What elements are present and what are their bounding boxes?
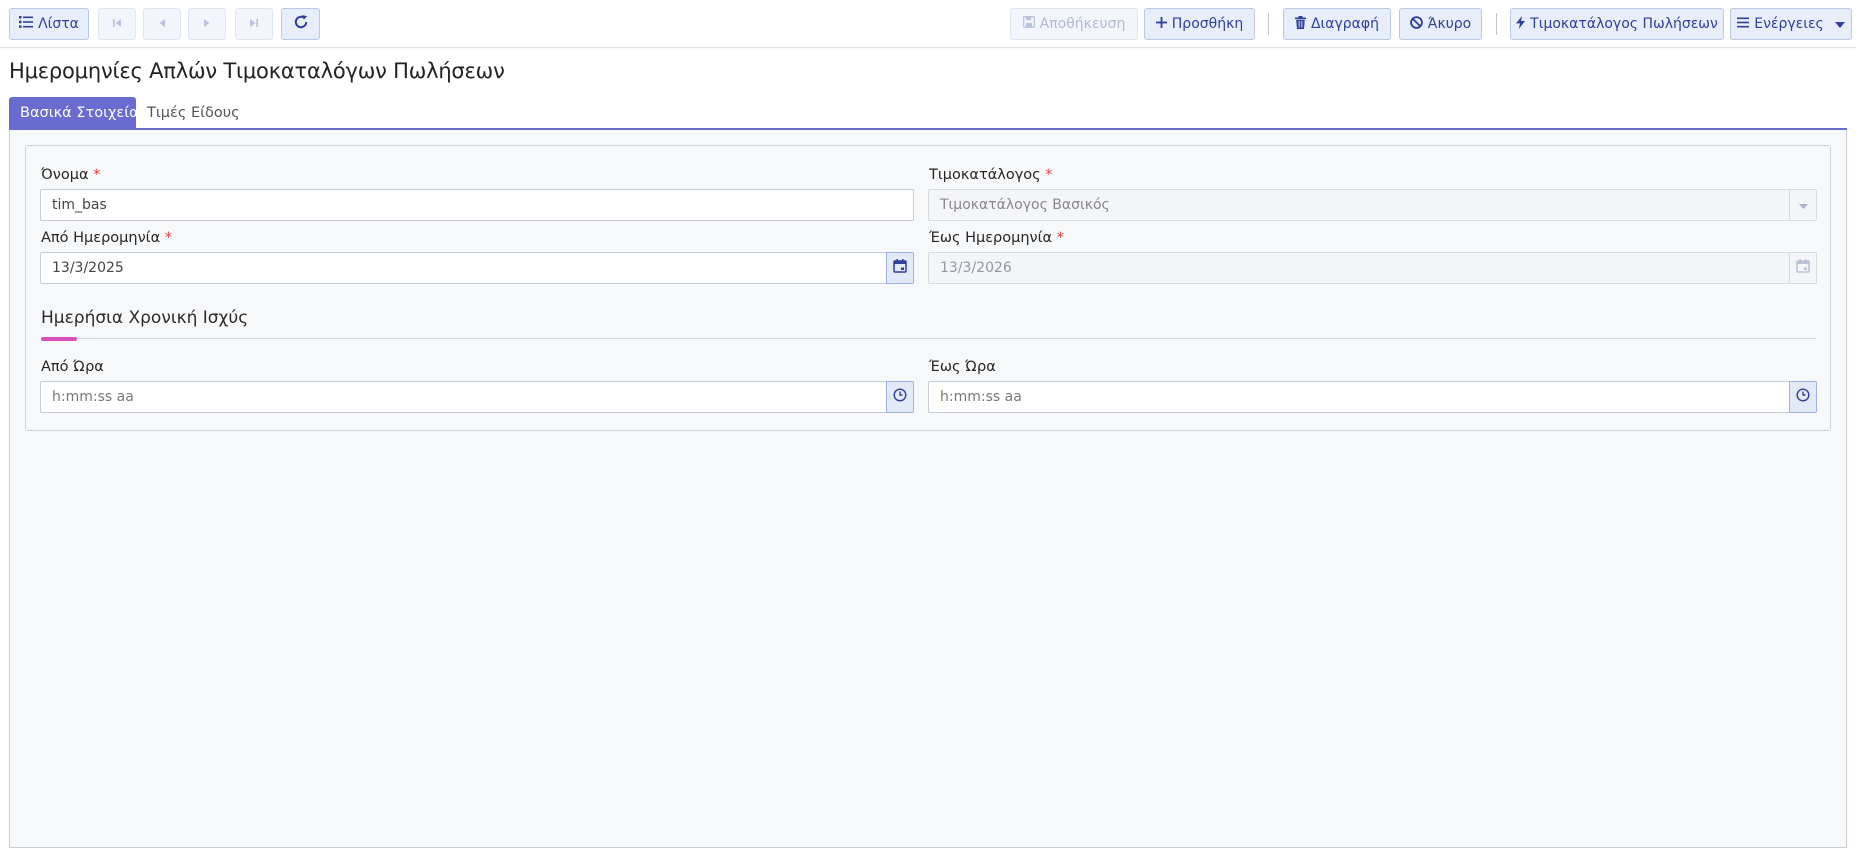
menu-icon <box>1737 16 1750 32</box>
save-button-label: Αποθήκευση <box>1039 16 1126 32</box>
from-time-label: Από Ώρα <box>41 359 104 375</box>
caret-down-icon <box>1798 197 1808 213</box>
refresh-icon <box>293 14 309 34</box>
pricelist-select[interactable]: Τιμοκατάλογος Βασικός <box>928 189 1817 221</box>
name-label: Όνομα * <box>41 167 100 183</box>
add-button[interactable]: Προσθήκη <box>1144 8 1255 40</box>
next-record-button[interactable] <box>188 8 226 40</box>
name-input[interactable] <box>40 189 914 221</box>
actions-button-label: Ενέργειες <box>1754 16 1824 32</box>
pricelist-dropdown-toggle[interactable] <box>1789 189 1817 221</box>
from-time-clock-button[interactable] <box>886 381 914 413</box>
previous-icon <box>158 16 166 32</box>
from-date-calendar-button[interactable] <box>886 252 914 284</box>
list-icon <box>19 16 34 32</box>
form-container: Όνομα * Τιμοκατάλογος * Τιμοκατάλογος Βα… <box>25 145 1831 431</box>
ban-icon <box>1409 15 1423 33</box>
save-button[interactable]: Αποθήκευση <box>1010 8 1138 40</box>
pricelist-label-text: Τιμοκατάλογος <box>929 167 1041 183</box>
section-accent-bar <box>41 337 77 341</box>
cancel-button-label: Άκυρο <box>1427 16 1472 32</box>
tab-label: Βασικά Στοιχεία <box>20 105 139 121</box>
trash-icon <box>1294 15 1306 33</box>
plus-icon <box>1155 16 1167 32</box>
to-time-label: Έως Ώρα <box>929 359 996 375</box>
toolbar: Λίστα Αποθήκευση Προσθήκη Διαγραφή Άκυρο… <box>0 0 1856 48</box>
from-date-input[interactable] <box>40 252 887 284</box>
first-record-button[interactable] <box>98 8 136 40</box>
next-icon <box>203 16 211 32</box>
tab-item-prices[interactable]: Τιμές Είδους <box>136 97 240 129</box>
section-title: Ημερήσια Χρονική Ισχύς <box>41 308 249 328</box>
required-mark: * <box>93 167 101 183</box>
list-button-label: Λίστα <box>38 16 79 32</box>
required-mark: * <box>164 230 173 246</box>
tab-panel: Όνομα * Τιμοκατάλογος * Τιμοκατάλογος Βα… <box>9 130 1847 848</box>
tab-basic-info[interactable]: Βασικά Στοιχεία <box>9 97 139 129</box>
to-date-input[interactable] <box>928 252 1790 284</box>
previous-record-button[interactable] <box>143 8 181 40</box>
from-date-label: Από Ημερομηνία * <box>41 230 172 246</box>
caret-down-icon <box>1834 16 1845 32</box>
add-button-label: Προσθήκη <box>1171 16 1244 32</box>
required-mark: * <box>1056 230 1064 246</box>
pricelist-label: Τιμοκατάλογος * <box>929 167 1053 183</box>
from-time-input[interactable] <box>40 381 887 413</box>
to-date-calendar-button[interactable] <box>1789 252 1817 284</box>
toolbar-separator <box>1496 13 1497 35</box>
clock-icon <box>1796 388 1810 406</box>
to-date-label: Έως Ημερομηνία * <box>929 230 1064 246</box>
tab-label: Τιμές Είδους <box>147 105 240 121</box>
clock-icon <box>893 388 907 406</box>
refresh-button[interactable] <box>281 8 320 40</box>
calendar-icon <box>1796 259 1810 277</box>
list-button[interactable]: Λίστα <box>9 8 89 40</box>
delete-button-label: Διαγραφή <box>1310 16 1380 32</box>
name-label-text: Όνομα <box>41 167 89 183</box>
bolt-icon <box>1516 15 1526 33</box>
toolbar-separator <box>1268 13 1269 35</box>
to-time-input[interactable] <box>928 381 1790 413</box>
to-time-clock-button[interactable] <box>1789 381 1817 413</box>
page-title: Ημερομηνίες Απλών Τιμοκαταλόγων Πωλήσεων <box>9 59 505 83</box>
calendar-icon <box>893 259 907 277</box>
actions-button[interactable]: Ενέργειες <box>1730 8 1852 40</box>
save-icon <box>1022 16 1035 32</box>
delete-button[interactable]: Διαγραφή <box>1283 8 1391 40</box>
to-date-label-text: Έως Ημερομηνία <box>929 230 1053 246</box>
pricelist-select-value: Τιμοκατάλογος Βασικός <box>940 197 1110 213</box>
from-date-label-text: Από Ημερομηνία <box>41 230 161 246</box>
required-mark: * <box>1045 167 1053 183</box>
pricelist-button[interactable]: Τιμοκατάλογος Πωλήσεων <box>1510 8 1724 40</box>
last-page-icon <box>249 16 259 32</box>
section-divider <box>41 338 1816 339</box>
first-page-icon <box>112 16 122 32</box>
pricelist-button-label: Τιμοκατάλογος Πωλήσεων <box>1530 16 1718 32</box>
cancel-button[interactable]: Άκυρο <box>1399 8 1482 40</box>
last-record-button[interactable] <box>235 8 273 40</box>
